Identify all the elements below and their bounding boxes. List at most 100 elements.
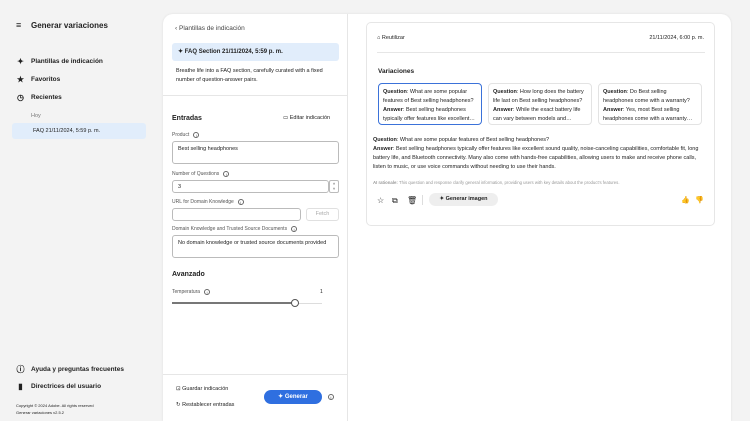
- recent-group-label: Hoy: [31, 113, 41, 119]
- url-label: URL for Domain Knowledge i: [172, 199, 244, 205]
- star-icon: ★: [16, 75, 25, 84]
- label-text: Number of Questions: [172, 171, 220, 177]
- back-label: Plantillas de indicación: [178, 25, 245, 32]
- info-icon[interactable]: i: [328, 394, 334, 400]
- sidebar-item-recents[interactable]: ◷ Recientes: [16, 93, 62, 102]
- product-label: Product i: [172, 132, 200, 138]
- template-description: Breathe life into a FAQ section, careful…: [176, 68, 323, 83]
- quantity-stepper[interactable]: ˄ ˅: [329, 180, 339, 193]
- inputs-heading: Entradas: [172, 115, 202, 122]
- divider: [377, 52, 705, 53]
- answer-label: Answer: [383, 107, 403, 113]
- sidebar: ≡ Generar variaciones ✦ Plantillas de ind…: [0, 0, 160, 421]
- chevron-down-icon[interactable]: ˅: [333, 186, 335, 191]
- divider: [163, 374, 348, 375]
- recent-item[interactable]: FAQ 21/11/2024, 5:59 p. m.: [12, 123, 146, 139]
- slider-handle[interactable]: [291, 299, 299, 307]
- reset-label: Restablecer entradas: [182, 402, 235, 408]
- trash-icon[interactable]: 🗑: [407, 196, 417, 205]
- docs-label: Domain Knowledge and Trusted Source Docu…: [172, 226, 298, 232]
- slider-fill: [172, 302, 295, 304]
- temperature-slider[interactable]: [172, 299, 322, 307]
- copy-icon[interactable]: ⧉: [392, 196, 398, 206]
- label-text: Product: [172, 132, 190, 138]
- image-icon: ▭: [283, 115, 290, 121]
- edit-prompt-button[interactable]: ▭ Editar indicación: [283, 115, 330, 121]
- question-label: Question: [383, 89, 407, 95]
- star-icon[interactable]: ☆: [377, 196, 384, 205]
- guidelines-link[interactable]: ▮ Directrices del usuario: [16, 382, 101, 391]
- advanced-heading: Avanzado: [172, 271, 205, 278]
- back-link[interactable]: ‹ Plantillas de indicación: [175, 25, 245, 32]
- temperature-value: 1: [320, 289, 323, 295]
- nav-label: Recientes: [31, 94, 62, 101]
- generate-button[interactable]: ✦ Generar: [264, 390, 322, 404]
- info-icon[interactable]: i: [291, 226, 298, 232]
- app-title: Generar variaciones: [31, 21, 108, 30]
- divider: [163, 95, 348, 96]
- thumbs-up-icon[interactable]: 👍: [681, 196, 690, 204]
- info-icon[interactable]: i: [223, 171, 230, 177]
- info-icon[interactable]: i: [204, 289, 211, 295]
- answer-label: Answer: [603, 107, 623, 113]
- sidebar-item-templates[interactable]: ✦ Plantillas de indicación: [16, 57, 103, 66]
- variation-card[interactable]: Question: How long does the battery life…: [488, 83, 592, 125]
- save-prompt-button[interactable]: ⊡ Guardar indicación: [176, 386, 228, 392]
- num-questions-input[interactable]: 3: [172, 180, 329, 193]
- ai-rationale: AI rationale: This question and response…: [373, 180, 620, 185]
- save-label: Guardar indicación: [182, 386, 229, 392]
- nav-label: Favoritos: [31, 76, 61, 83]
- version: Generar variaciones v2.5.2: [16, 410, 65, 415]
- question-text: What are some popular features of Best s…: [399, 137, 550, 143]
- template-title: FAQ Section 21/11/2024, 5:59 p. m.: [184, 49, 283, 55]
- rationale-label: AI rationale:: [373, 180, 398, 185]
- result-card: ⌂ Reutilizar 21/11/2024, 6:00 p. m. Vari…: [366, 22, 715, 226]
- question-label: Question: [493, 89, 517, 95]
- edit-label: Editar indicación: [289, 115, 331, 121]
- answer-label: Answer: [373, 146, 393, 152]
- url-input[interactable]: [172, 208, 301, 221]
- sparkle-icon: ✦: [178, 49, 185, 55]
- menu-icon[interactable]: ≡: [16, 20, 21, 30]
- answer-text: Best selling headphones typically offer …: [373, 146, 699, 170]
- variation-card[interactable]: Question: What are some popular features…: [378, 83, 482, 125]
- help-icon: ⓘ: [16, 365, 25, 374]
- answer-label: Answer: [493, 107, 513, 113]
- info-icon[interactable]: i: [237, 199, 244, 205]
- info-icon[interactable]: i: [193, 132, 200, 138]
- sparkle-icon: ✦: [17, 57, 24, 66]
- divider: [422, 195, 423, 205]
- document-icon: ▮: [18, 382, 23, 391]
- nav-label: Plantillas de indicación: [31, 58, 103, 65]
- variation-detail: Question: What are some popular features…: [373, 137, 699, 170]
- temperature-label: Temperatura i: [172, 289, 211, 295]
- label-text: Temperatura: [172, 289, 201, 295]
- clock-icon: ◷: [17, 93, 24, 102]
- sparkle-icon: ✦: [278, 394, 285, 400]
- inputs-panel: ‹ Plantillas de indicación ✦ FAQ Section…: [163, 14, 348, 421]
- variations-heading: Variaciones: [378, 68, 415, 75]
- guidelines-label: Directrices del usuario: [31, 383, 102, 390]
- generate-image-label: Generar imagen: [445, 196, 488, 202]
- question-label: Question: [373, 137, 397, 143]
- reset-inputs-button[interactable]: ↻ Restablecer entradas: [176, 402, 234, 408]
- reuse-button[interactable]: ⌂ Reutilizar: [377, 35, 405, 41]
- generate-image-button[interactable]: ✦ Generar imagen: [429, 193, 498, 206]
- sidebar-item-favorites[interactable]: ★ Favoritos: [16, 75, 60, 84]
- thumbs-down-icon[interactable]: 👎: [695, 196, 704, 204]
- help-label: Ayuda y preguntas frecuentes: [31, 366, 124, 373]
- label-text: URL for Domain Knowledge: [172, 199, 234, 205]
- label-text: Domain Knowledge and Trusted Source Docu…: [172, 226, 288, 232]
- product-input[interactable]: Best selling headphones: [172, 141, 339, 164]
- copyright: Copyright © 2024 Adobe. All rights reser…: [16, 403, 94, 408]
- variation-card[interactable]: Question: Do Best selling headphones com…: [598, 83, 702, 125]
- generate-label: Generar: [284, 394, 308, 400]
- fetch-button[interactable]: Fetch: [306, 208, 339, 221]
- rationale-text: This question and response clarify gener…: [398, 180, 620, 185]
- num-questions-label: Number of Questions i: [172, 171, 230, 177]
- docs-input[interactable]: No domain knowledge or trusted source do…: [172, 235, 339, 258]
- main-panel: ‹ Plantillas de indicación ✦ FAQ Section…: [163, 14, 731, 421]
- template-title-box: ✦ FAQ Section 21/11/2024, 5:59 p. m.: [172, 43, 339, 61]
- help-link[interactable]: ⓘ Ayuda y preguntas frecuentes: [16, 364, 124, 375]
- timestamp: 21/11/2024, 6:00 p. m.: [649, 35, 704, 41]
